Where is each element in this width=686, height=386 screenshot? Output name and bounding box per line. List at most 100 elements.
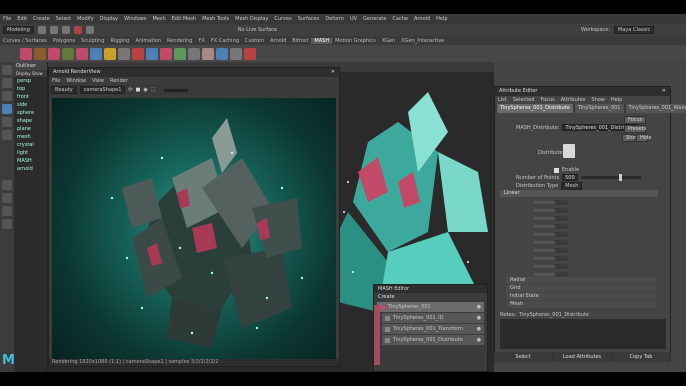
visibility-icon[interactable]: ● xyxy=(477,337,481,343)
menu-item-help[interactable]: Help xyxy=(433,16,450,22)
menu-item-uv[interactable]: UV xyxy=(347,16,360,22)
attribute-input-placeholder[interactable] xyxy=(556,264,568,269)
attribute-input-placeholder[interactable] xyxy=(556,216,568,221)
open-scene-icon[interactable] xyxy=(49,26,58,34)
mash-flight-icon[interactable] xyxy=(90,47,102,60)
menu-item-deform[interactable]: Deform xyxy=(322,16,347,22)
outliner-item[interactable]: persp xyxy=(14,77,47,85)
mash-node-row[interactable]: TinySpheres_001_Distribute ● xyxy=(382,335,484,345)
section-grid[interactable]: Grid xyxy=(506,285,656,292)
shelf-tab-custom[interactable]: Custom xyxy=(242,38,267,44)
menu-item-windows[interactable]: Windows xyxy=(121,16,149,22)
workspace-dropdown[interactable]: Maya Classic xyxy=(614,26,655,34)
attribute-input-placeholder[interactable] xyxy=(556,248,568,253)
save-scene-icon[interactable] xyxy=(61,26,70,34)
shelf-tab-motion-graphics[interactable]: Motion Graphics xyxy=(332,38,379,44)
mash-visibility-icon[interactable] xyxy=(202,47,214,60)
hide-button[interactable]: Hide xyxy=(636,134,651,142)
attribute-editor-menu-attributes[interactable]: Attributes xyxy=(558,97,589,103)
mash-replicator-icon[interactable] xyxy=(216,47,228,60)
live-surface-label[interactable]: No Live Surface xyxy=(238,27,277,33)
menu-item-modify[interactable]: Modify xyxy=(74,16,97,22)
crop-icon[interactable]: ⬚ xyxy=(151,87,156,93)
mash-curve-icon[interactable] xyxy=(76,47,88,60)
attribute-editor-select-button[interactable]: Select xyxy=(494,352,553,362)
lasso-tool-icon[interactable] xyxy=(2,78,12,88)
rotate-tool-icon[interactable] xyxy=(2,117,12,127)
attribute-editor-tab[interactable]: TinySpheres_001_Waiter xyxy=(625,104,686,113)
render-view-menu-render[interactable]: Render xyxy=(107,78,131,84)
attribute-editor-tab[interactable]: TinySpheres_001 xyxy=(574,104,624,113)
layout-four-icon[interactable] xyxy=(2,193,12,203)
attribute-editor-menu-show[interactable]: Show xyxy=(588,97,608,103)
camera-dropdown[interactable]: cameraShape1 xyxy=(79,86,126,94)
exposure-slider[interactable] xyxy=(164,88,189,92)
outliner-menu[interactable]: Display Show xyxy=(14,70,47,77)
menu-item-file[interactable]: File xyxy=(0,16,14,22)
notes-textarea[interactable] xyxy=(500,319,666,349)
shelf-tab-fx[interactable]: FX xyxy=(196,38,208,44)
shelf-tab-sculpting[interactable]: Sculpting xyxy=(78,38,107,44)
move-tool-icon[interactable] xyxy=(2,104,12,114)
mash-node-row[interactable]: TinySpheres_001 ● xyxy=(377,302,484,312)
section-radial[interactable]: Radial xyxy=(506,277,656,284)
select-tool-icon[interactable] xyxy=(2,65,12,75)
mash-node-row[interactable]: TinySpheres_001_ID ● xyxy=(382,313,484,323)
outliner-item[interactable]: plane xyxy=(14,125,47,133)
outliner-item[interactable]: front xyxy=(14,93,47,101)
mash-transform-icon[interactable] xyxy=(118,47,130,60)
mash-audio-icon[interactable] xyxy=(244,47,256,60)
layout-single-icon[interactable] xyxy=(2,180,12,190)
points-slider[interactable] xyxy=(580,174,641,181)
render-view-menu-window[interactable]: Window xyxy=(63,78,89,84)
stop-icon[interactable]: ■ xyxy=(136,87,141,93)
mash-world-icon[interactable] xyxy=(146,47,158,60)
close-icon[interactable]: ✕ xyxy=(331,69,335,76)
visibility-icon[interactable]: ● xyxy=(477,315,481,321)
shelf-tab-xgen[interactable]: XGen xyxy=(379,38,399,44)
section-linear[interactable]: Linear xyxy=(500,190,658,197)
menu-item-arnold[interactable]: Arnold xyxy=(411,16,433,22)
shelf-tab-xgen-interactive[interactable]: XGen_Interactive xyxy=(398,38,447,44)
attribute-input-placeholder[interactable] xyxy=(556,208,568,213)
outliner-item[interactable]: arnold xyxy=(14,165,47,173)
show-button[interactable]: Show xyxy=(622,134,640,142)
mash-distribute-icon[interactable] xyxy=(48,47,60,60)
mash-random-icon[interactable] xyxy=(62,47,74,60)
shelf-tab-curves-surfaces[interactable]: Curves / Surfaces xyxy=(0,38,50,44)
render-view-menu-file[interactable]: File xyxy=(49,78,63,84)
aov-dropdown[interactable]: Beauty xyxy=(51,86,77,94)
menu-item-mesh-tools[interactable]: Mesh Tools xyxy=(199,16,232,22)
menu-item-curves[interactable]: Curves xyxy=(271,16,294,22)
shelf-tab-arnold[interactable]: Arnold xyxy=(267,38,289,44)
menu-item-display[interactable]: Display xyxy=(97,16,121,22)
new-scene-icon[interactable] xyxy=(37,26,46,34)
outliner-item[interactable]: light xyxy=(14,149,47,157)
attribute-editor-menu-focus[interactable]: Focus xyxy=(537,97,557,103)
attribute-editor-menu-selected[interactable]: Selected xyxy=(510,97,538,103)
snap-curve-icon[interactable] xyxy=(85,26,94,34)
section-initial-state[interactable]: Initial State xyxy=(506,293,656,300)
attribute-input-placeholder[interactable] xyxy=(556,200,568,205)
shelf-tab-rendering[interactable]: Rendering xyxy=(164,38,196,44)
menu-item-create[interactable]: Create xyxy=(30,16,53,22)
menu-item-mesh[interactable]: Mesh xyxy=(149,16,168,22)
attribute-editor-tab[interactable]: TinySpheres_001_Distribute xyxy=(497,104,573,113)
paint-select-icon[interactable] xyxy=(2,91,12,101)
focus-button[interactable]: Focus xyxy=(624,116,646,124)
shelf-tab-rigging[interactable]: Rigging xyxy=(108,38,133,44)
mash-node-row[interactable]: TinySpheres_001_Transform ● xyxy=(382,324,484,334)
layout-two-icon[interactable] xyxy=(2,206,12,216)
visibility-icon[interactable]: ● xyxy=(477,304,481,310)
section-mesh[interactable]: Mesh xyxy=(506,301,656,308)
visibility-icon[interactable]: ● xyxy=(477,326,481,332)
shelf-tab-animation[interactable]: Animation xyxy=(132,38,164,44)
snap-grid-icon[interactable] xyxy=(73,26,82,34)
scale-tool-icon[interactable] xyxy=(2,130,12,140)
attribute-input-placeholder[interactable] xyxy=(556,232,568,237)
layout-outliner-icon[interactable] xyxy=(2,219,12,229)
attribute-editor-menu-help[interactable]: Help xyxy=(608,97,625,103)
render-view-titlebar[interactable]: Arnold RenderView ✕ xyxy=(49,68,339,77)
snapshot-icon[interactable]: ◉ xyxy=(143,87,147,93)
mash-color-icon[interactable] xyxy=(104,47,116,60)
